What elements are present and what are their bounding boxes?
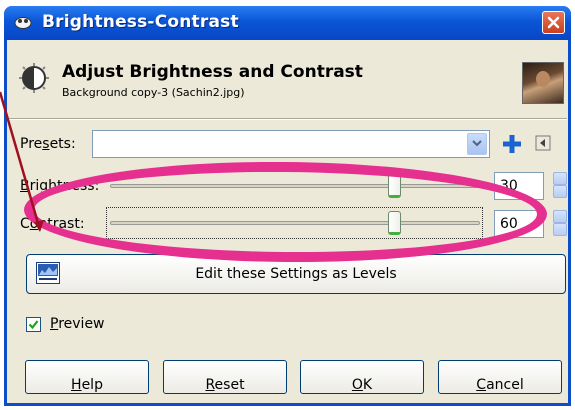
reset-button[interactable]: Reset [163,360,287,394]
ok-button[interactable]: OK [300,360,424,394]
image-thumbnail [522,62,564,104]
brightness-value: 30 [500,178,518,194]
preview-label[interactable]: Preview [50,316,105,332]
contrast-label: Contrast: [20,216,85,232]
contrast-spinbox[interactable]: 60 [494,210,544,238]
spin-up-icon[interactable] [553,210,567,223]
plus-icon[interactable] [500,132,524,156]
brightness-track [110,184,480,188]
brightness-label: Brightness: [20,178,100,194]
presets-label: Presets: [20,136,76,152]
gimp-icon [14,17,32,29]
levels-button-label: Edit these Settings as Levels [195,266,397,282]
edit-as-levels-button[interactable]: Edit these Settings as Levels [26,254,566,294]
brightness-slider[interactable] [388,174,402,198]
separator [7,118,567,120]
image-subtitle: Background copy-3 (Sachin2.jpg) [62,86,245,99]
contrast-value: 60 [500,216,518,232]
contrast-slider[interactable] [388,211,402,235]
presets-combo[interactable] [92,130,490,158]
cancel-button[interactable]: Cancel [438,360,562,394]
contrast-track [110,221,480,225]
chevron-down-icon [472,140,482,147]
contrast-spin-buttons[interactable] [553,210,567,236]
dialog-heading: Adjust Brightness and Contrast [62,62,363,82]
spin-down-icon[interactable] [553,185,567,198]
preview-checkbox[interactable] [26,317,41,332]
menu-icon[interactable] [535,135,551,151]
title-bar[interactable]: Brightness-Contrast [4,6,571,40]
close-icon [547,16,560,29]
window-title: Brightness-Contrast [42,12,239,32]
spin-up-icon[interactable] [553,172,567,185]
brightness-spinbox[interactable]: 30 [494,172,544,200]
help-button[interactable]: Help [25,360,149,394]
presets-dropdown-button[interactable] [467,133,487,155]
close-button[interactable] [542,11,565,34]
brightness-contrast-icon [19,63,49,93]
spin-down-icon[interactable] [553,223,567,236]
brightness-spin-buttons[interactable] [553,172,567,198]
checkmark-icon [28,320,39,330]
